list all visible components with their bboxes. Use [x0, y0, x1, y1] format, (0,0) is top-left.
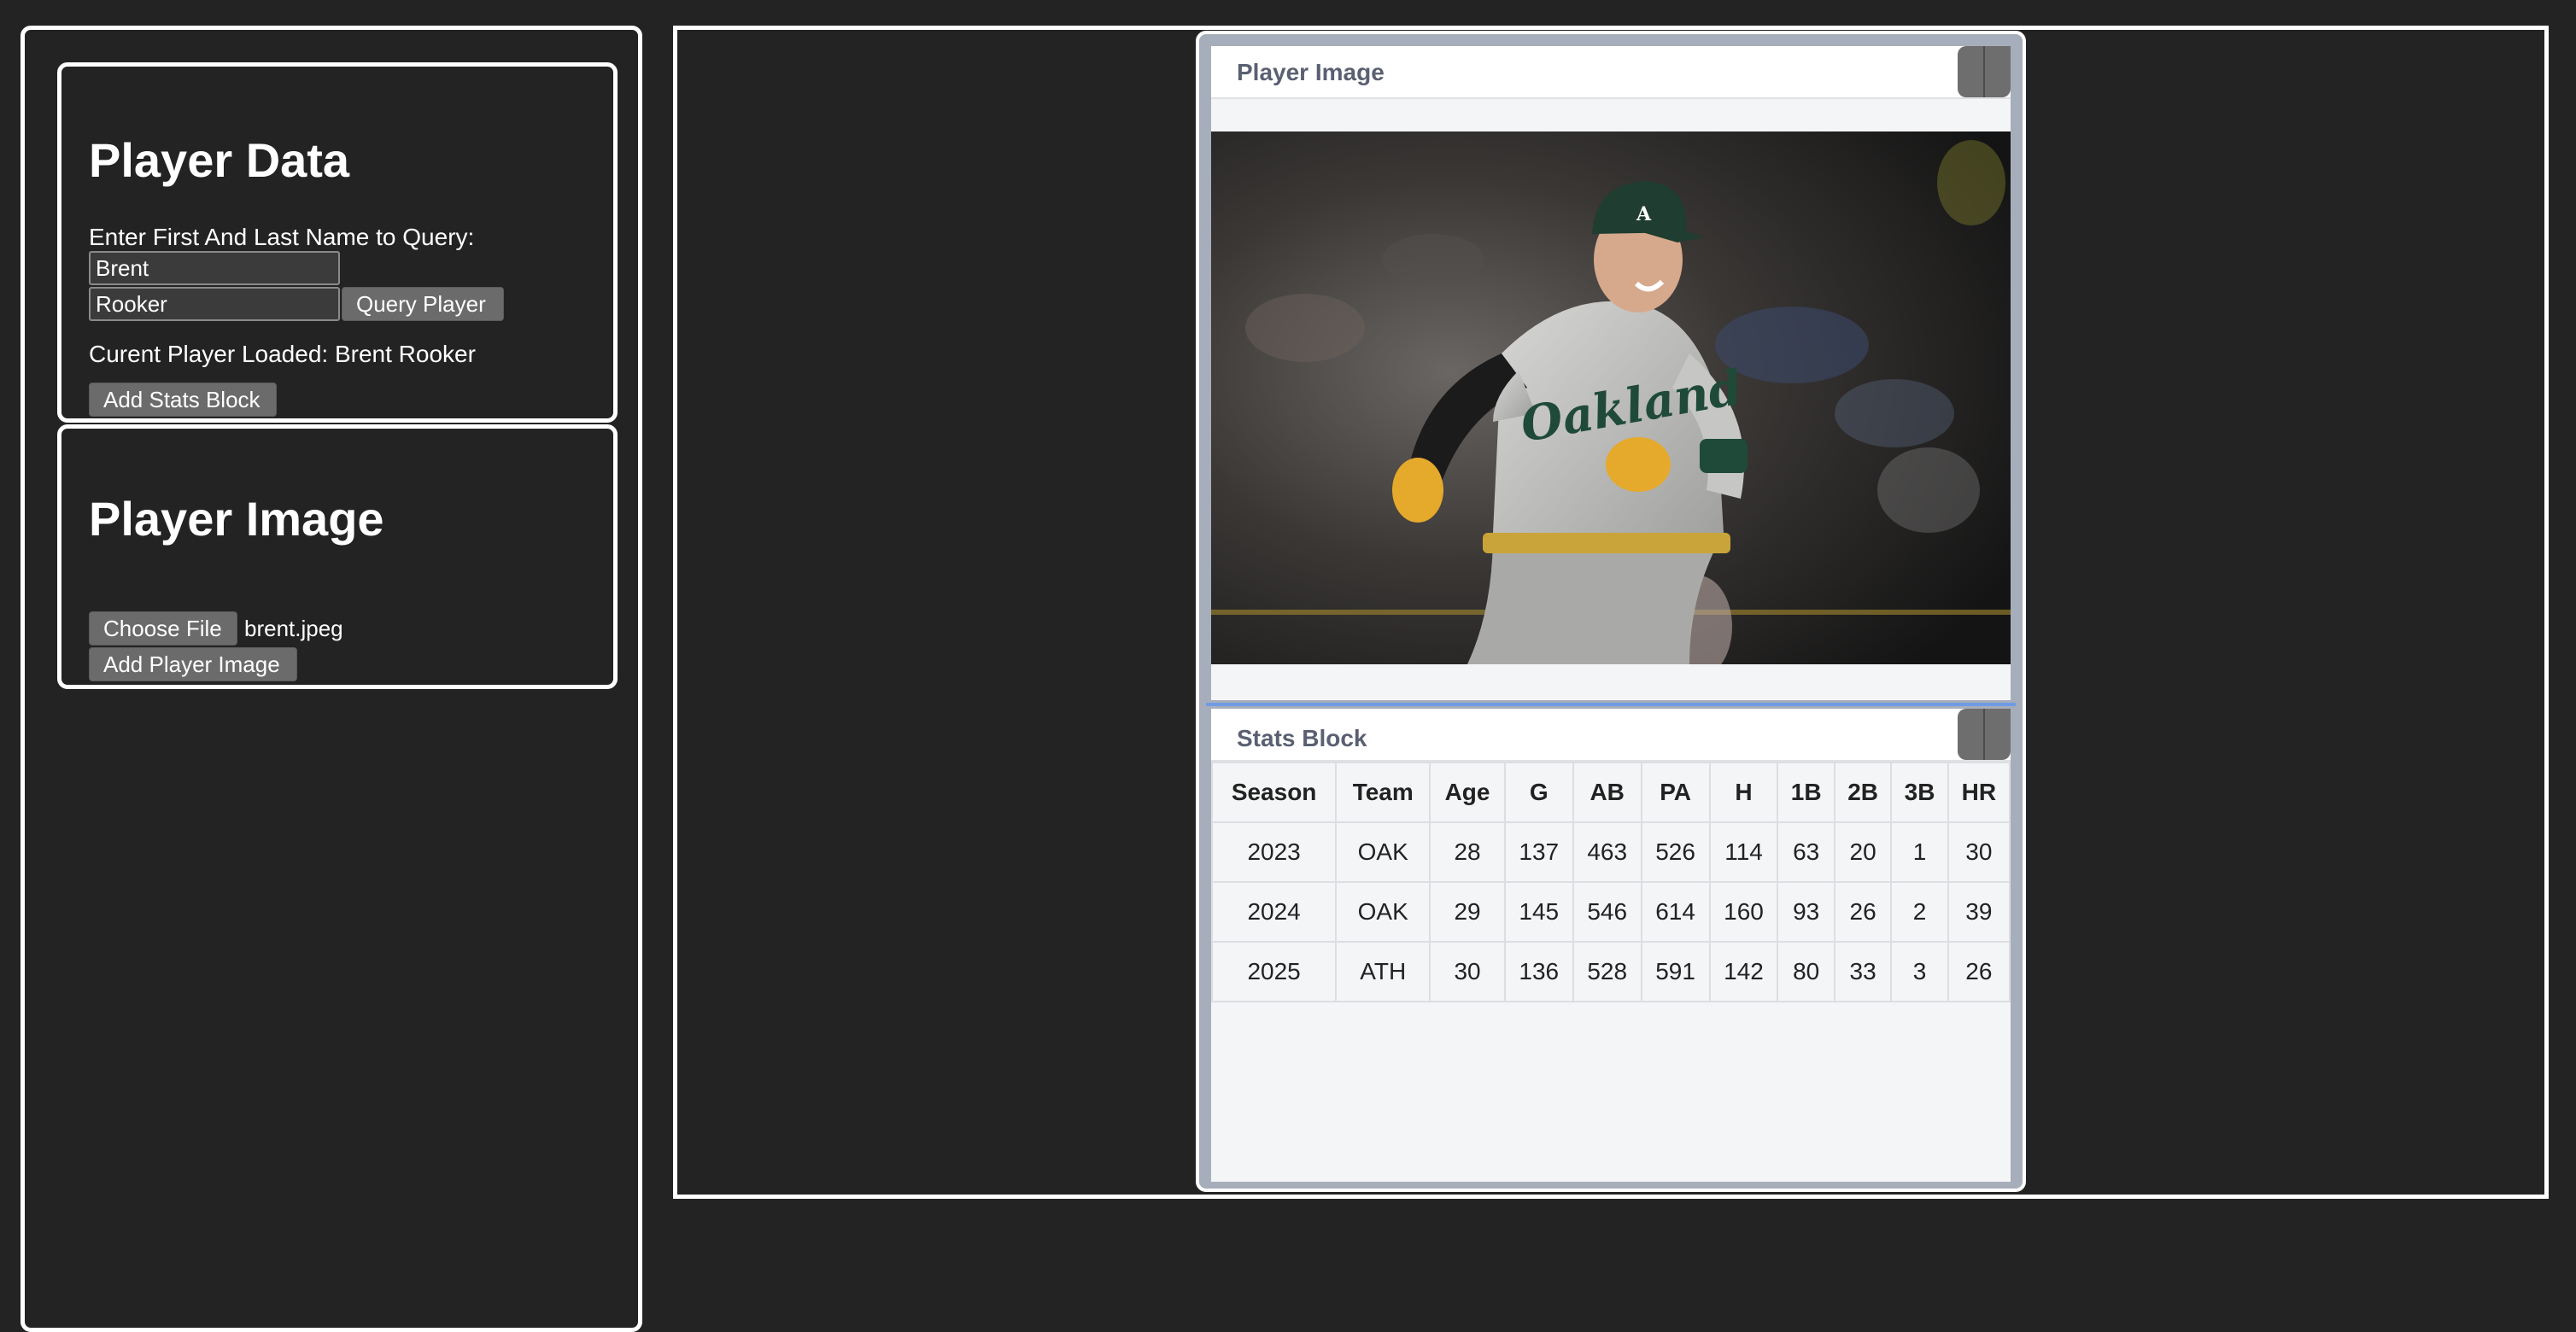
- table-cell: 137: [1503, 821, 1574, 883]
- table-cell: 526: [1640, 821, 1711, 883]
- table-cell: 33: [1833, 941, 1893, 1002]
- table-cell: 63: [1777, 821, 1835, 883]
- query-label: Enter First And Last Name to Query:: [89, 224, 475, 250]
- table-cell: 114: [1708, 821, 1779, 883]
- player-image-widget: Player Image Oakland A: [1211, 46, 2011, 700]
- widget-header[interactable]: Player Image: [1211, 46, 2011, 99]
- player-data-title: Player Data: [89, 133, 350, 187]
- column-header: 2B: [1833, 762, 1893, 823]
- table-cell: 26: [1833, 881, 1893, 943]
- player-photo: Oakland A: [1211, 131, 2011, 664]
- table-row: 2023 OAK 28 137 463 526 114 63 20 1 30: [1211, 821, 2011, 883]
- column-header: G: [1503, 762, 1574, 823]
- player-data-panel: Player Data Enter First And Last Name to…: [57, 62, 618, 423]
- table-cell: 136: [1503, 941, 1574, 1002]
- query-player-button[interactable]: Query Player: [342, 287, 504, 321]
- column-header: Age: [1429, 762, 1506, 823]
- table-row: 2025 ATH 30 136 528 591 142 80 33 3 26: [1211, 941, 2011, 1002]
- add-player-image-button[interactable]: Add Player Image: [89, 647, 297, 681]
- column-header: 3B: [1890, 762, 1949, 823]
- table-cell: 546: [1572, 881, 1642, 943]
- table-cell: 28: [1429, 821, 1506, 883]
- table-cell: 145: [1503, 881, 1574, 943]
- widget-stack: Player Image Oakland A Stats Block Seaso…: [1196, 31, 2026, 1192]
- column-header: HR: [1947, 762, 2011, 823]
- column-header: PA: [1640, 762, 1711, 823]
- table-cell: 29: [1429, 881, 1506, 943]
- last-name-input[interactable]: [89, 287, 340, 321]
- table-cell: 3: [1890, 941, 1949, 1002]
- table-cell: OAK: [1335, 821, 1431, 883]
- table-cell: 30: [1429, 941, 1506, 1002]
- table-cell: 20: [1833, 821, 1893, 883]
- table-cell: 2023: [1211, 821, 1338, 883]
- table-cell: 80: [1777, 941, 1835, 1002]
- stats-table: Season Team Age G AB PA H 1B 2B 3B HR 20…: [1211, 762, 2011, 1002]
- table-row: 2024 OAK 29 145 546 614 160 93 26 2 39: [1211, 881, 2011, 943]
- column-header: H: [1708, 762, 1779, 823]
- current-player-text: Curent Player Loaded: Brent Rooker: [89, 341, 476, 367]
- choose-file-button[interactable]: Choose File: [89, 611, 237, 646]
- first-name-input[interactable]: [89, 251, 340, 285]
- table-cell: 1: [1890, 821, 1949, 883]
- table-cell: 2025: [1211, 941, 1338, 1002]
- table-header-row: Season Team Age G AB PA H 1B 2B 3B HR: [1211, 762, 2011, 823]
- widget-divider[interactable]: [1206, 703, 2016, 706]
- table-cell: 463: [1572, 821, 1642, 883]
- player-image-panel: Player Image Choose File brent.jpeg Add …: [57, 424, 618, 689]
- column-header: AB: [1572, 762, 1642, 823]
- table-cell: ATH: [1335, 941, 1431, 1002]
- table-cell: 142: [1708, 941, 1779, 1002]
- column-header: 1B: [1777, 762, 1835, 823]
- column-header: Season: [1211, 762, 1338, 823]
- svg-text:A: A: [1636, 203, 1652, 225]
- table-cell: 39: [1947, 881, 2011, 943]
- widget-title: Player Image: [1237, 59, 1385, 85]
- stats-block-widget: Stats Block Season Team Age G AB PA H 1B…: [1211, 709, 2011, 1182]
- table-cell: 30: [1947, 821, 2011, 883]
- drag-handle-icon[interactable]: [1958, 709, 2011, 760]
- table-cell: 93: [1777, 881, 1835, 943]
- column-header: Team: [1335, 762, 1431, 823]
- table-cell: 528: [1572, 941, 1642, 1002]
- selected-file-name: brent.jpeg: [244, 616, 343, 641]
- widget-header[interactable]: Stats Block: [1211, 709, 2011, 762]
- table-cell: OAK: [1335, 881, 1431, 943]
- drag-handle-icon[interactable]: [1958, 46, 2011, 97]
- add-stats-block-button[interactable]: Add Stats Block: [89, 383, 277, 417]
- table-cell: 160: [1708, 881, 1779, 943]
- table-cell: 591: [1640, 941, 1711, 1002]
- widget-title: Stats Block: [1237, 725, 1367, 751]
- table-cell: 26: [1947, 941, 2011, 1002]
- table-cell: 614: [1640, 881, 1711, 943]
- sidebar: Player Data Enter First And Last Name to…: [20, 26, 642, 1332]
- table-cell: 2: [1890, 881, 1949, 943]
- table-cell: 2024: [1211, 881, 1338, 943]
- player-image-title: Player Image: [89, 492, 384, 546]
